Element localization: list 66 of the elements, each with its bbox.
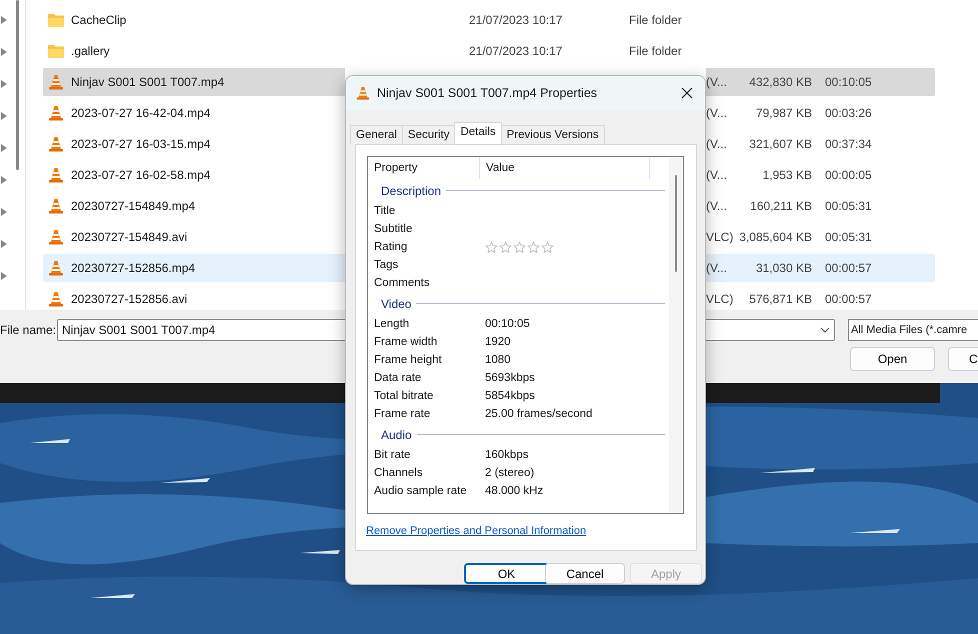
- file-name: 20230727-152856.avi: [71, 292, 188, 306]
- file-length: 00:37:34: [825, 137, 872, 151]
- property-name: Frame width: [374, 336, 438, 348]
- file-name: 20230727-154849.mp4: [71, 199, 196, 213]
- property-value: 5693kbps: [485, 372, 535, 384]
- file-size: 160,211 KB: [749, 199, 812, 213]
- property-name: Rating: [374, 241, 408, 253]
- property-name: Frame height: [374, 354, 443, 366]
- file-type: (V...: [706, 137, 728, 151]
- file-type: (V...: [706, 168, 728, 182]
- property-value: 00:10:05: [485, 318, 530, 330]
- property-name: Comments: [374, 277, 431, 289]
- file-name-label: File name:: [0, 323, 57, 337]
- property-name: Title: [374, 205, 396, 217]
- file-date: 21/07/2023 10:17: [469, 13, 564, 27]
- window-title: Ninjav S001 S001 T007.mp4 Properties: [377, 86, 598, 100]
- file-type: (V...: [706, 199, 728, 213]
- file-date: 21/07/2023 10:17: [469, 44, 564, 58]
- property-name: Audio sample rate: [374, 485, 468, 497]
- file-length: 00:03:26: [825, 106, 872, 120]
- file-name: 20230727-154849.avi: [71, 230, 188, 244]
- file-type: File folder: [629, 44, 683, 58]
- file-name: .gallery: [71, 44, 111, 58]
- file-name: Ninjav S001 S001 T007.mp4: [71, 75, 224, 89]
- property-name: Data rate: [374, 372, 422, 384]
- file-size: 321,607 KB: [748, 137, 812, 151]
- file-length: 00:05:31: [825, 230, 872, 244]
- file-size: 432,830 KB: [748, 75, 812, 89]
- file-length: 00:00:57: [825, 261, 872, 275]
- file-type: (V...: [706, 261, 728, 275]
- property-name: Length: [374, 318, 410, 330]
- property-value: 48.000 kHz: [485, 485, 544, 497]
- file-type: VLC): [706, 292, 734, 306]
- property-name: Frame rate: [374, 408, 432, 420]
- group-heading: Description: [381, 184, 442, 198]
- file-name: CacheClip: [71, 13, 128, 27]
- file-size: 31,030 KB: [754, 261, 812, 275]
- file-name: 20230727-152856.mp4: [71, 261, 196, 275]
- file-type: (V...: [706, 75, 728, 89]
- property-name: Bit rate: [374, 449, 412, 461]
- property-value: 1920: [485, 336, 511, 348]
- property-name: Subtitle: [374, 223, 414, 235]
- property-name: Channels: [374, 467, 424, 479]
- file-length: 00:05:31: [825, 199, 872, 213]
- file-length: 00:00:57: [825, 292, 872, 306]
- file-name: 2023-07-27 16-02-58.mp4: [71, 168, 210, 182]
- property-name: Total bitrate: [374, 390, 434, 402]
- file-name: 2023-07-27 16-03-15.mp4: [71, 137, 210, 151]
- file-size: 79,987 KB: [754, 106, 812, 120]
- group-heading: Audio: [381, 428, 412, 442]
- property-value: 1080: [485, 354, 511, 366]
- file-length: 00:10:05: [825, 75, 872, 89]
- file-name: 2023-07-27 16-42-04.mp4: [71, 106, 210, 120]
- property-value: 25.00 frames/second: [485, 408, 592, 420]
- file-type: (V...: [706, 106, 728, 120]
- property-name: Tags: [374, 259, 400, 271]
- file-size: 576,871 KB: [748, 292, 812, 306]
- property-value: 160kbps: [485, 449, 528, 461]
- file-size: 1,953 KB: [762, 168, 812, 182]
- file-type: File folder: [629, 13, 683, 27]
- file-size: 3,085,604 KB: [738, 230, 812, 244]
- file-type: VLC): [706, 230, 734, 244]
- property-value: 2 (stereo): [485, 467, 534, 479]
- file-length: 00:00:05: [825, 168, 872, 182]
- group-heading: Video: [381, 296, 412, 310]
- property-value: 5854kbps: [485, 390, 535, 402]
